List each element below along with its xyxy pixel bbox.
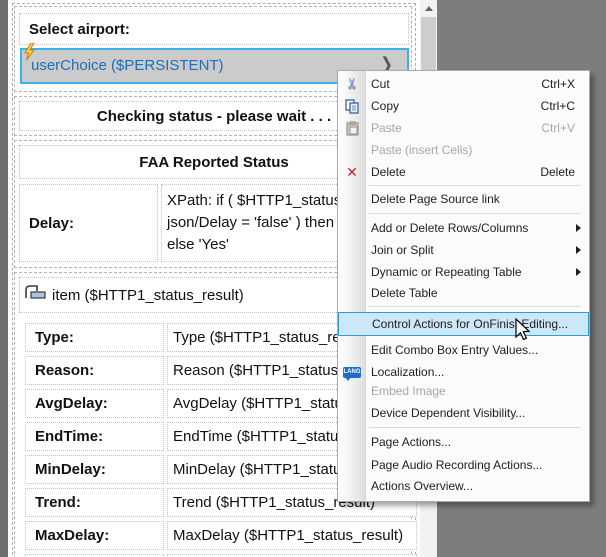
select-airport-label: Select airport: — [20, 21, 130, 38]
row-label-cell[interactable]: Type: — [25, 323, 164, 352]
row-label: MaxDelay: — [26, 527, 109, 544]
scissors-icon: ✄ — [342, 73, 362, 95]
select-airport-cell[interactable]: Select airport: — [19, 13, 409, 45]
menu-item-delete-page-source-link[interactable]: Delete Page Source link — [338, 188, 589, 210]
menu-separator — [369, 306, 581, 307]
checking-status-text: Checking status - please wait . . . — [97, 108, 331, 125]
faa-title-text: FAA Reported Status — [139, 154, 288, 171]
submenu-arrow-icon — [576, 246, 581, 254]
menu-item-paste-insert-cells: Paste (insert Cells) — [338, 139, 589, 161]
up-arrow-icon — [425, 6, 433, 11]
menu-item-device-dependent-visibility[interactable]: Device Dependent Visibility... — [338, 402, 589, 424]
copy-icon — [342, 95, 362, 117]
row-label-cell[interactable]: EndTime: — [25, 422, 164, 451]
mouse-cursor-icon — [514, 318, 534, 349]
row-label: EndTime: — [26, 428, 103, 445]
paste-icon — [342, 117, 362, 139]
source-link-key-icon — [22, 284, 48, 307]
xpath-line-3: else 'Yes' — [167, 234, 229, 256]
row-label: AvgDelay: — [26, 395, 108, 412]
row-value-cell[interactable]: MaxDelay ($HTTP1_status_result) — [167, 521, 417, 550]
row-label: Trend: — [26, 494, 81, 511]
menu-item-cut[interactable]: ✄ CutCtrl+X — [338, 73, 589, 95]
action-bolt-icon — [23, 43, 36, 66]
menu-item-actions-overview[interactable]: Actions Overview... — [338, 475, 589, 497]
row-value: MaxDelay ($HTTP1_status_result) — [168, 527, 403, 544]
row-label-cell[interactable]: Trend: — [25, 488, 164, 517]
delay-label: Delay: — [20, 215, 74, 232]
menu-separator — [369, 213, 581, 214]
menu-item-control-actions-onfinishediting[interactable]: Control Actions for OnFinishEditing... — [338, 312, 589, 336]
row-label: Reason: — [26, 362, 94, 379]
combobox-source-value: userChoice ($PERSISTENT) — [31, 50, 224, 82]
menu-item-delete-table[interactable]: Delete Table — [338, 282, 589, 304]
scrollbar-up-arrow[interactable] — [420, 0, 437, 16]
repeat-header-text: item ($HTTP1_status_result) — [52, 287, 244, 304]
menu-item-delete[interactable]: ✕ DeleteDelete — [338, 161, 589, 183]
row-label: MinDelay: — [26, 461, 106, 478]
menu-separator — [369, 427, 581, 428]
pane-left-edge — [0, 0, 8, 557]
delete-x-icon: ✕ — [342, 161, 362, 183]
row-label-cell[interactable]: AvgDelay: — [25, 389, 164, 418]
menu-item-page-actions[interactable]: Page Actions... — [338, 431, 589, 453]
row-label-cell[interactable]: MinDelay: — [25, 455, 164, 484]
row-label: Type: — [26, 329, 74, 346]
menu-item-dynamic-repeating-table[interactable]: Dynamic or Repeating Table — [338, 261, 589, 283]
menu-item-join-or-split[interactable]: Join or Split — [338, 239, 589, 261]
menu-item-paste: PasteCtrl+V — [338, 117, 589, 139]
xpath-line-2: json/Delay = 'false' ) then — [167, 212, 334, 234]
menu-item-copy[interactable]: CopyCtrl+C — [338, 95, 589, 117]
menu-separator — [369, 185, 581, 186]
row-label-cell[interactable]: Reason: — [25, 356, 164, 385]
xpath-line-1: XPath: if ( $HTTP1_status_ — [167, 190, 350, 212]
submenu-arrow-icon — [576, 268, 581, 276]
menu-item-add-delete-rows-columns[interactable]: Add or Delete Rows/Columns — [338, 217, 589, 239]
menu-item-page-audio-recording-actions[interactable]: Page Audio Recording Actions... — [338, 454, 589, 476]
menu-item-edit-combo-box-entry-values[interactable]: Edit Combo Box Entry Values... — [338, 339, 589, 361]
submenu-arrow-icon — [576, 224, 581, 232]
row-label-cell[interactable]: MaxDelay: — [25, 521, 164, 550]
context-menu: ✄ CutCtrl+X CopyCtrl+C PasteCtrl+V Paste… — [337, 70, 590, 502]
delay-label-cell[interactable]: Delay: — [19, 184, 158, 262]
menu-item-embed-image: Embed Image — [338, 380, 589, 402]
